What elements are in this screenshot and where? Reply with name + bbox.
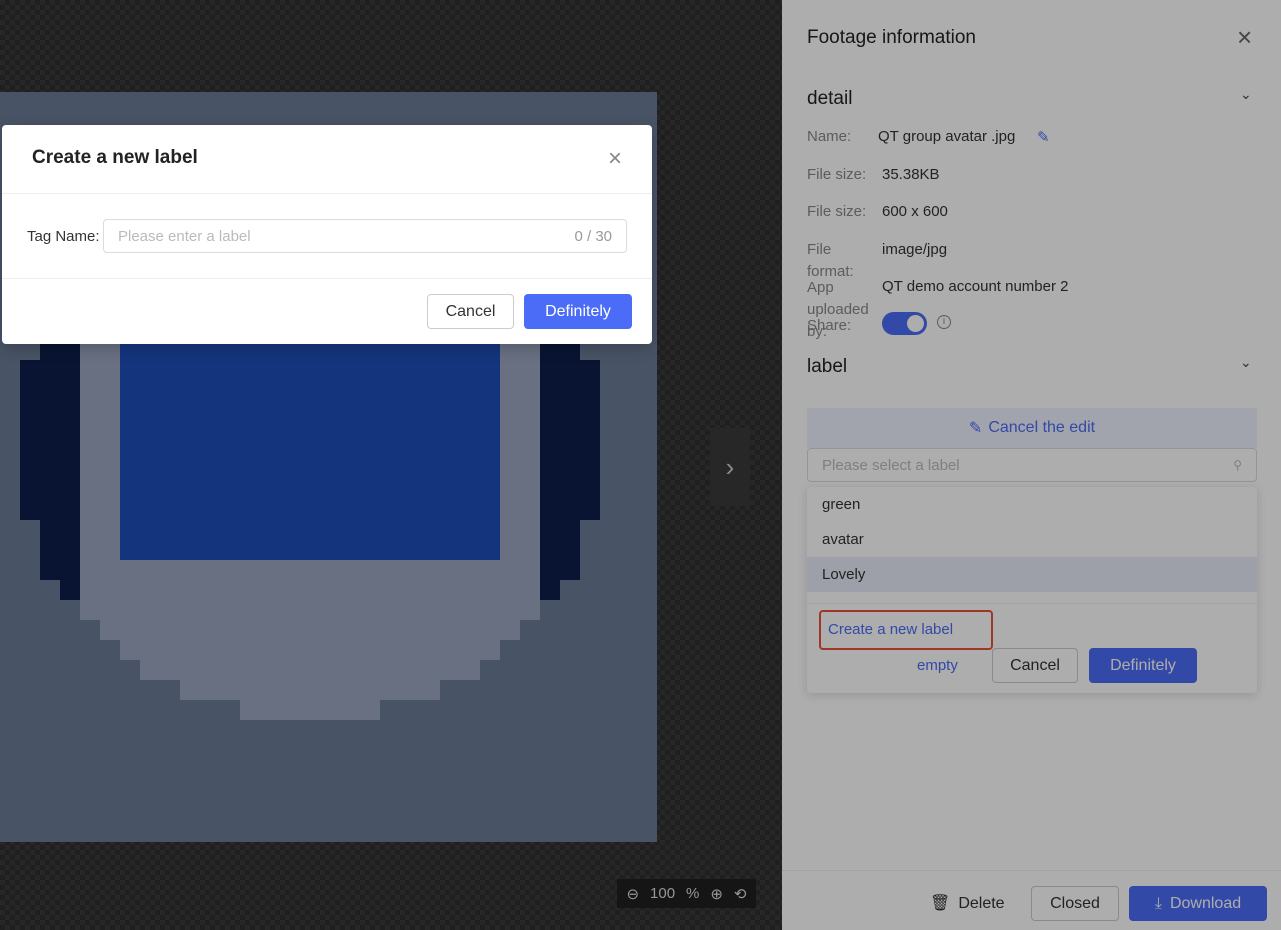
panel-title: Footage information [807,27,976,48]
zoom-out-icon[interactable]: ⊖ [626,885,639,903]
divider [2,278,652,279]
create-label-modal: Create a new label × Tag Name: Please en… [2,125,652,344]
chevron-right-icon: › [725,451,735,482]
empty-link[interactable]: empty [917,657,958,674]
modal-title: Create a new label [32,147,198,168]
chevron-down-icon[interactable]: ⌄ [1240,86,1252,103]
panel-footer: 🗑 Delete Closed ⤓ Download [782,870,1281,930]
dropdown-confirm-button[interactable]: Definitely [1089,648,1197,683]
share-toggle[interactable] [882,312,927,335]
dimensions-label: File size: [807,203,867,220]
download-icon: ⤓ [1154,894,1162,912]
zoom-in-icon[interactable]: ⊕ [710,885,723,903]
info-icon[interactable]: i [937,315,951,329]
tag-name-input[interactable]: Please enter a label 0 / 30 [103,219,627,253]
share-label: Share: [807,317,852,334]
trash-icon: 🗑 [930,895,951,912]
modal-cancel-button[interactable]: Cancel [427,294,514,329]
delete-button[interactable]: 🗑 Delete [930,893,1005,913]
dropdown-option[interactable]: Lovely [807,557,1257,592]
divider [807,603,1257,604]
file-size-label: File size: [807,166,867,183]
detail-section-title: detail [807,88,853,109]
edit-icon: ✎ [968,420,983,437]
divider [2,193,652,194]
file-format-value: image/jpg [882,241,948,258]
name-label: Name: [807,128,852,145]
close-icon[interactable]: × [1237,22,1252,53]
dropdown-option[interactable]: green [807,487,1257,522]
tag-name-label: Tag Name: [27,228,100,245]
file-size-value: 35.38KB [882,166,940,183]
cancel-edit-label: Cancel the edit [988,419,1096,436]
dropdown-option[interactable]: avatar [807,522,1257,557]
close-icon[interactable]: × [608,145,622,173]
tag-name-placeholder: Please enter a label [118,227,251,245]
edit-icon[interactable]: ✎ [1037,128,1050,146]
name-value: QT group avatar .jpg [878,128,1016,145]
chevron-down-icon[interactable]: ⌄ [1240,354,1252,371]
modal-confirm-button[interactable]: Definitely [524,294,632,329]
create-new-label-link[interactable]: Create a new label [819,610,993,650]
label-section-title: label [807,356,848,377]
cancel-edit-button[interactable]: ✎ Cancel the edit [807,408,1257,448]
zoom-toolbar: ⊖ 100 % ⊕ ⟲ [617,879,756,908]
rotate-icon[interactable]: ⟲ [734,885,747,903]
label-select-placeholder: Please select a label [822,456,960,474]
dimensions-value: 600 x 600 [882,203,948,220]
delete-label: Delete [958,895,1005,912]
zoom-unit: % [686,885,700,902]
download-label: Download [1169,894,1242,912]
footage-info-panel: Footage information × detail ⌄ Name: QT … [782,0,1281,930]
next-image-button[interactable]: › [710,428,750,506]
search-icon: ⚲ [1233,458,1242,472]
dropdown-cancel-button[interactable]: Cancel [992,648,1078,683]
zoom-value: 100 [650,885,676,902]
char-counter: 0 / 30 [574,227,612,245]
download-button[interactable]: ⤓ Download [1129,886,1267,921]
label-select[interactable]: Please select a label ⚲ [807,448,1257,482]
uploaded-by-value: QT demo account number 2 [882,278,1069,295]
label-dropdown: green avatar Lovely Create a new label e… [807,487,1257,693]
closed-button[interactable]: Closed [1031,886,1119,921]
